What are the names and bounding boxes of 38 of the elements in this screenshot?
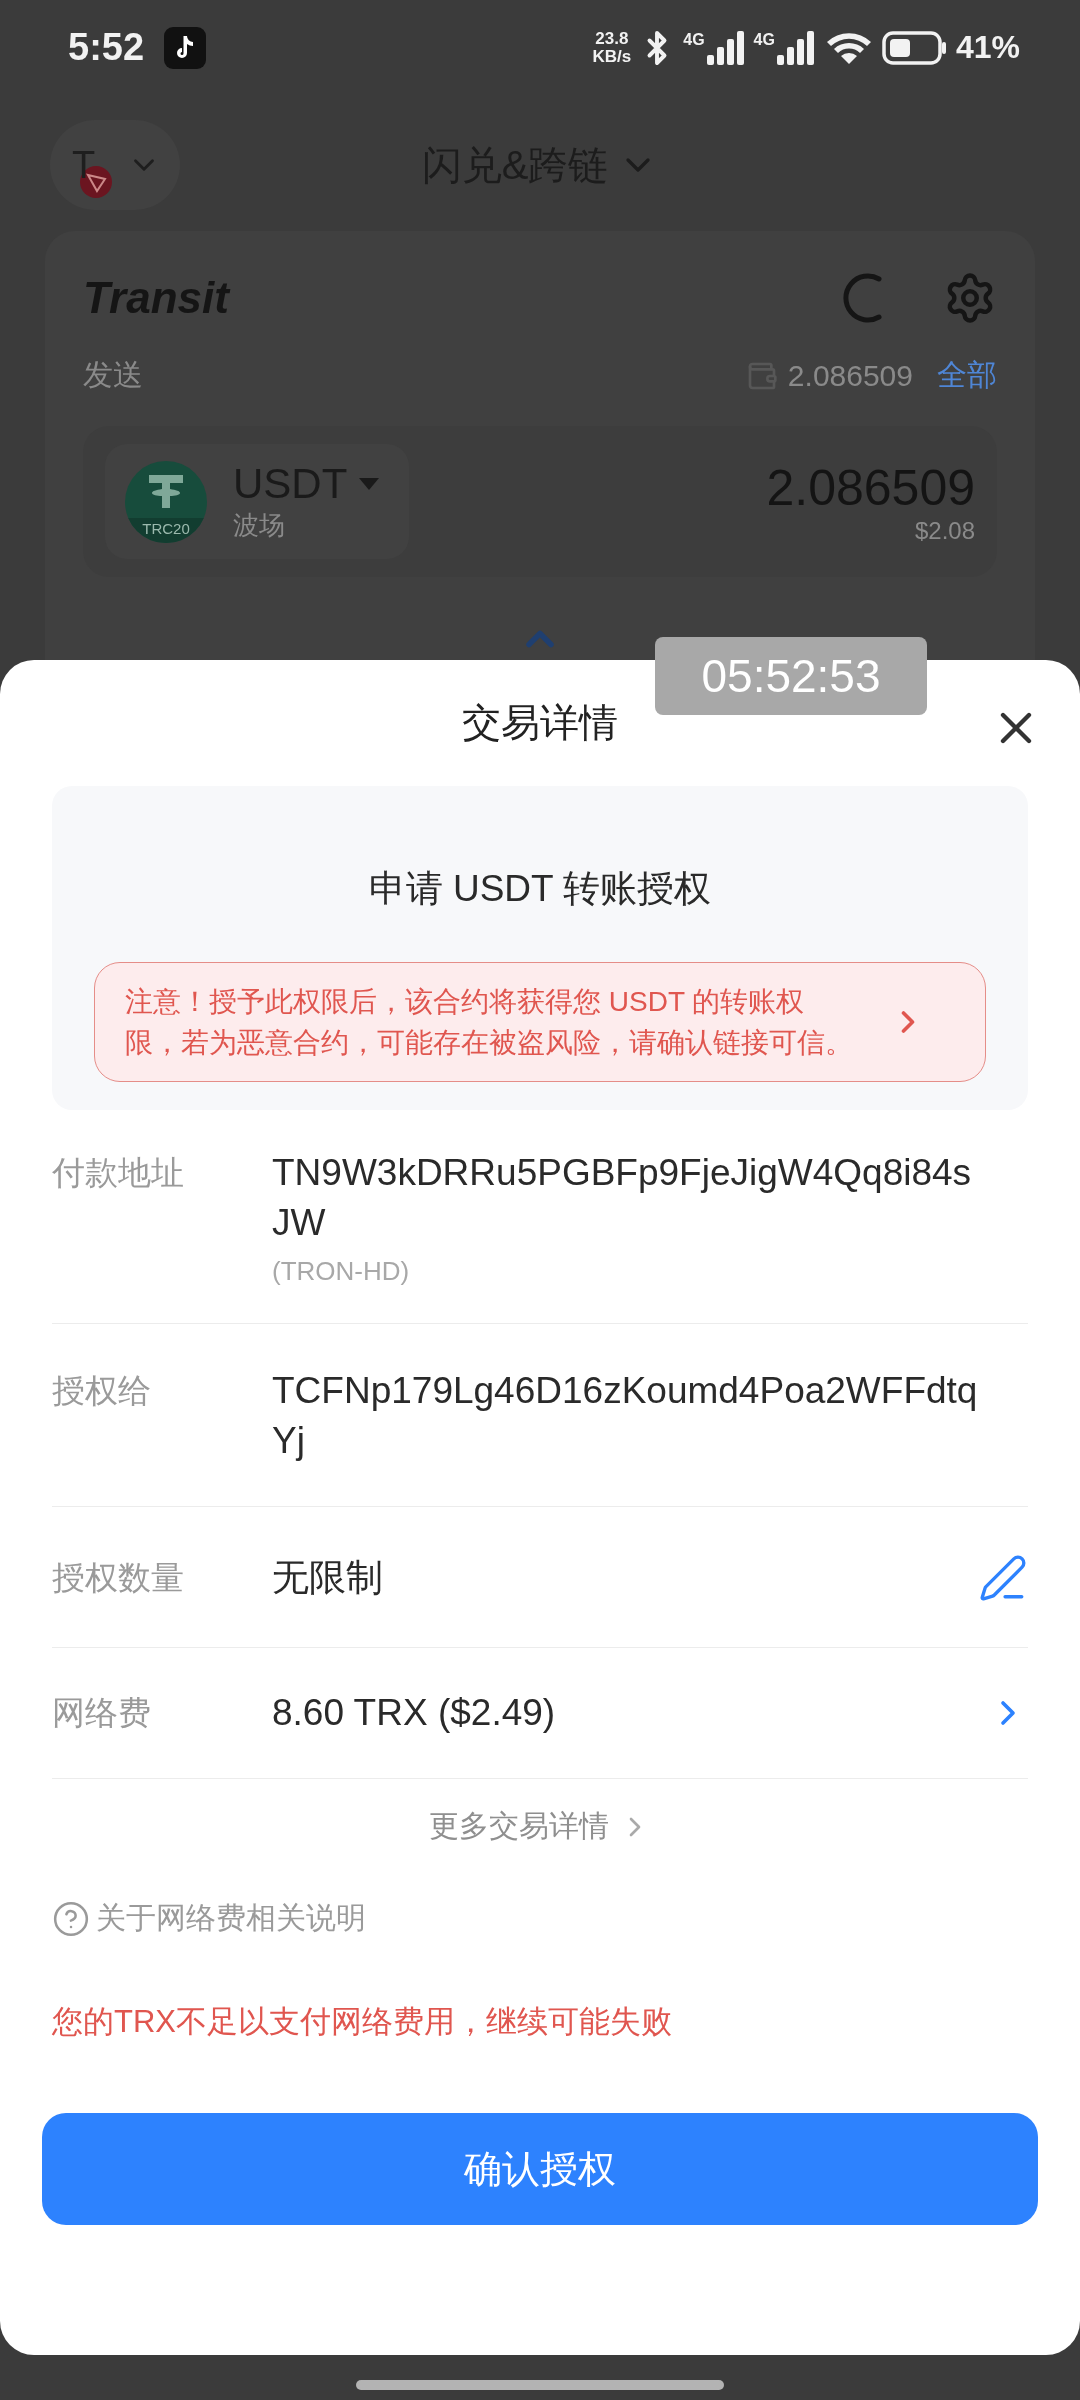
wallet-type: (TRON-HD): [272, 1256, 411, 1287]
tether-logo: TRC20: [125, 460, 207, 543]
amount-usd: $2.08: [914, 516, 975, 545]
signal-icon: [705, 30, 746, 65]
max-link[interactable]: 全部: [937, 355, 997, 396]
error-message: 您的TRX不足以支付网络费用，继续可能失败: [52, 2003, 673, 2041]
clock-time: 5:52: [68, 26, 145, 69]
battery-icon: [881, 30, 948, 65]
field-label: 授权给: [52, 1371, 152, 1411]
music-note-icon: [164, 26, 207, 69]
signal-icon: [775, 30, 816, 65]
field-label: 付款地址: [52, 1153, 185, 1193]
network-name: 波场: [233, 509, 286, 542]
chain-letter: T: [72, 143, 96, 187]
send-label: 发送: [83, 357, 143, 393]
chain-selector[interactable]: T: [50, 120, 180, 210]
amount-value: 无限制: [272, 1556, 384, 1600]
confirm-button[interactable]: 确认授权: [42, 2113, 1038, 2225]
network-speed: 23.8: [595, 29, 629, 48]
fee-value: 8.60 TRX ($2.49): [272, 1691, 557, 1735]
warning-banner[interactable]: 注意！授予此权限后，该合约将获得您 USDT 的转账权限，若为恶意合约，可能存在被盗风险，请确认链接可信。: [94, 962, 986, 1082]
request-title: 申请 USDT 转账授权: [368, 867, 712, 911]
address-value: TCFNp179Lg46D16zKoumd4Poa2WFFdtqYj: [272, 1369, 979, 1463]
sheet-title: 交易详情: [462, 700, 618, 746]
battery-level: 41%: [955, 29, 1020, 66]
address-value: TN9W3kDRRu5PGBFp9FjeJigW4Qq8i84sJW: [272, 1151, 973, 1245]
network-unit: KB/s: [592, 47, 632, 66]
help-link[interactable]: 关于网络费相关说明: [52, 1898, 366, 1939]
balance-value: 2.086509: [787, 358, 913, 393]
field-label: 授权数量: [52, 1558, 185, 1598]
help-icon: [52, 1899, 90, 1938]
more-details-link[interactable]: 更多交易详情: [423, 1805, 657, 1848]
edit-icon[interactable]: [978, 1553, 1028, 1603]
network-type: 4G: [753, 30, 775, 49]
recording-timestamp: 05:52:53: [655, 637, 927, 715]
network-type: 4G: [683, 30, 705, 49]
field-label: 网络费: [52, 1693, 152, 1733]
caret-icon: [357, 476, 382, 492]
